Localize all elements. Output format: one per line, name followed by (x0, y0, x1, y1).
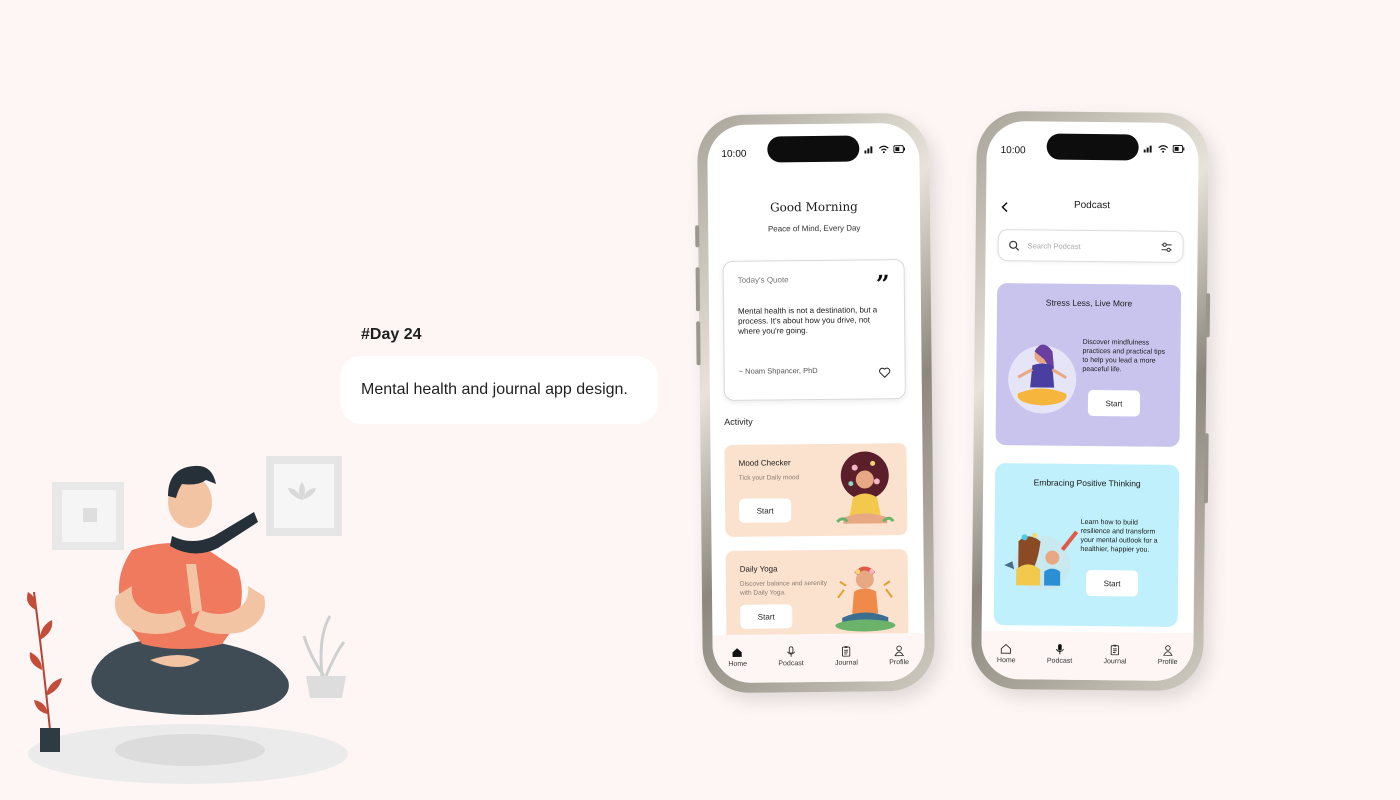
activity-heading: Activity (724, 416, 753, 427)
quote-text: Mental health is not a destination, but … (737, 305, 878, 336)
quote-mark-icon: ” (875, 269, 890, 299)
phone-home: 10:00 Good Morning Peace of Mind, Every … (695, 112, 936, 694)
home-screen: 10:00 Good Morning Peace of Mind, Every … (707, 122, 925, 684)
podcast-card-description: Discover mindfulness practices and pract… (1082, 338, 1166, 374)
user-icon (1162, 644, 1173, 656)
battery-icon (893, 145, 906, 154)
positive-thinking-illustration (1004, 530, 1079, 590)
microphone-icon (1055, 643, 1064, 654)
phone-podcast: 10:00 Podcast Search Podcast Stress Less… (970, 110, 1211, 692)
yoga-illustration (835, 566, 896, 632)
status-time: 10:00 (721, 148, 747, 160)
nav-podcast[interactable]: Podcast (778, 645, 804, 667)
quote-card: Today's Quote ” Mental health is not a d… (722, 259, 906, 401)
search-placeholder: Search Podcast (1027, 240, 1081, 251)
nav-label: Home (728, 660, 748, 668)
clipboard-icon (842, 645, 851, 657)
wifi-icon (1158, 145, 1169, 153)
activity-card-daily-yoga[interactable]: Daily Yoga Discover balance and serenity… (725, 549, 909, 643)
status-icons (1143, 144, 1185, 153)
nav-profile[interactable]: Profile (1158, 644, 1178, 665)
user-icon (894, 645, 904, 656)
start-button[interactable]: Start (1085, 569, 1139, 597)
activity-subtitle: Discover balance and serenity with Daily… (739, 579, 828, 597)
search-icon (1009, 240, 1020, 251)
podcast-card-description: Learn how to build resilience and transf… (1080, 518, 1158, 554)
bottom-nav: Home Podcast Journal Profile (712, 632, 925, 684)
bottom-nav: Home Podcast Journal Profile (981, 630, 1194, 682)
battery-icon (1172, 144, 1185, 153)
nav-label: Podcast (1046, 657, 1073, 665)
podcast-card-title: Embracing Positive Thinking (1033, 477, 1141, 489)
nav-label: Home (996, 656, 1016, 664)
nav-label: Profile (1157, 658, 1178, 666)
filter-icon[interactable] (1161, 241, 1173, 252)
status-time: 10:00 (1000, 145, 1026, 157)
nav-label: Journal (834, 659, 858, 667)
home-icon (733, 647, 743, 657)
podcast-card-stress-less[interactable]: Stress Less, Live More Discover mindfuln… (995, 283, 1182, 447)
nav-podcast[interactable]: Podcast (1047, 643, 1073, 664)
nav-label: Podcast (778, 659, 804, 667)
greeting-subtitle: Peace of Mind, Every Day (767, 223, 861, 234)
quote-label: Today's Quote (737, 275, 789, 285)
nav-profile[interactable]: Profile (889, 645, 909, 666)
search-input[interactable]: Search Podcast (997, 229, 1184, 263)
quote-author: ~ Noam Shpancer, PhD (738, 365, 818, 376)
nav-label: Profile (889, 658, 910, 666)
podcast-screen: 10:00 Podcast Search Podcast Stress Less… (981, 120, 1199, 682)
start-button[interactable]: Start (738, 498, 792, 523)
clipboard-icon (1110, 644, 1120, 655)
start-button[interactable]: Start (1087, 389, 1141, 417)
activity-card-mood-checker[interactable]: Mood Checker Tick your Daily mood Start (724, 443, 908, 537)
microphone-icon (786, 645, 795, 657)
nav-journal[interactable]: Journal (1103, 644, 1126, 665)
signal-icon (864, 146, 873, 154)
description-card: Mental health and journal app design. (340, 356, 658, 424)
home-icon (1001, 643, 1012, 654)
nav-journal[interactable]: Journal (835, 645, 858, 666)
activity-subtitle: Tick your Daily mood (738, 474, 800, 482)
nav-home[interactable]: Home (728, 646, 747, 667)
start-button[interactable]: Start (740, 604, 793, 629)
nav-label: Journal (1103, 657, 1127, 665)
wifi-icon (878, 145, 889, 154)
page-title: Podcast (1073, 199, 1111, 212)
dynamic-island (767, 135, 860, 163)
day-tag: #Day 24 (361, 326, 422, 343)
description-text: Mental health and journal app design. (361, 381, 628, 398)
podcast-card-positive-thinking[interactable]: Embracing Positive Thinking Learn how to… (993, 463, 1180, 627)
podcast-card-title: Stress Less, Live More (1045, 297, 1133, 309)
meditation-illustration (27, 456, 348, 784)
signal-icon (1143, 145, 1152, 153)
status-icons (864, 145, 906, 154)
dynamic-island (1046, 133, 1139, 161)
meditation-woman-illustration (1008, 344, 1077, 414)
nav-home[interactable]: Home (997, 643, 1016, 664)
heart-icon[interactable] (879, 367, 891, 378)
greeting-title: Good Morning (769, 199, 858, 215)
mood-illustration (836, 451, 895, 524)
